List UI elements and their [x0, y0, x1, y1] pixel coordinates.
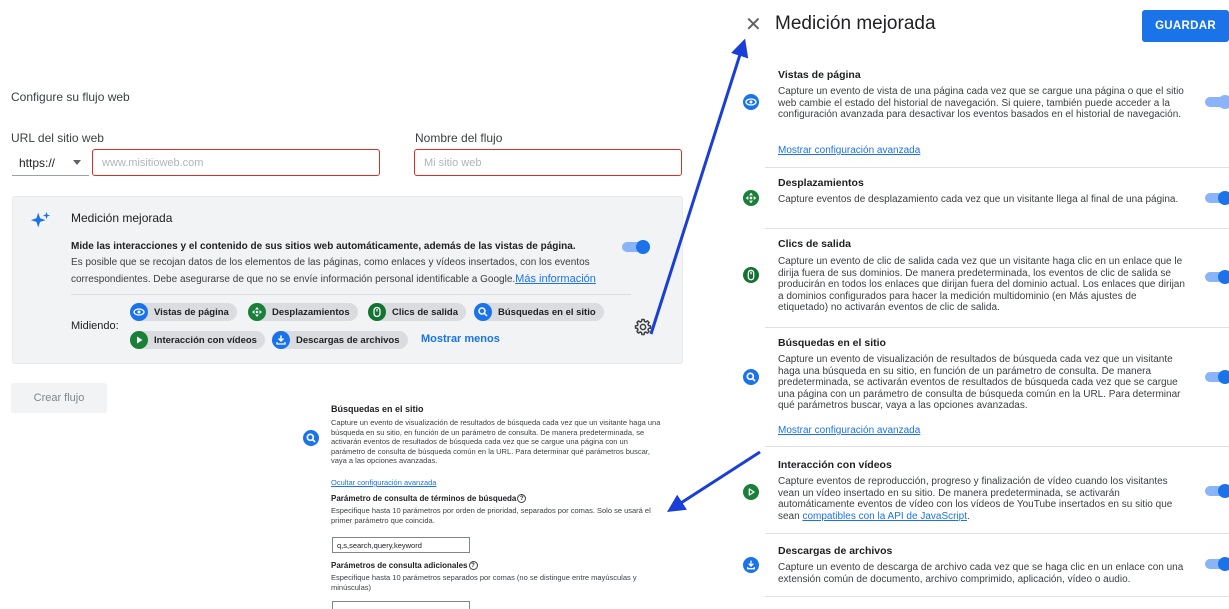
protocol-select[interactable]: https://	[12, 150, 89, 176]
chip-label: Interacción con vídeos	[154, 334, 257, 346]
chip-scrolls[interactable]: Desplazamientos	[248, 303, 358, 321]
chip-label: Desplazamientos	[272, 306, 350, 318]
param-title-text: Parámetro de consulta de términos de bús…	[331, 494, 517, 503]
enhanced-measurement-title: Medición mejorada	[71, 211, 173, 225]
divider	[765, 228, 1229, 229]
section-title-scrolls: Desplazamientos	[778, 177, 864, 189]
site-search-title: Búsquedas en el sitio	[331, 404, 424, 414]
section-title-video-engagement: Interacción con vídeos	[778, 459, 892, 471]
panel-title: Medición mejorada	[775, 13, 936, 34]
arrow-to-advanced-settings	[666, 450, 761, 512]
show-less-link[interactable]: Mostrar menos	[421, 333, 500, 345]
search-icon	[743, 369, 759, 385]
section-title-file-downloads: Descargas de archivos	[778, 545, 893, 557]
chip-outbound-clicks[interactable]: Clics de salida	[368, 303, 467, 321]
site-search-toggle[interactable]	[1205, 370, 1229, 384]
page-views-toggle[interactable]	[1205, 95, 1229, 109]
play-icon	[743, 484, 759, 500]
mouse-icon	[743, 267, 759, 283]
more-info-link[interactable]: Más información	[515, 273, 596, 285]
eye-icon	[130, 303, 148, 321]
measuring-label: Midiendo:	[71, 320, 119, 332]
section-desc-video-engagement: Capture eventos de reproducción, progres…	[778, 476, 1188, 522]
video-engagement-toggle[interactable]	[1205, 484, 1229, 498]
scroll-icon	[248, 303, 266, 321]
divider	[765, 327, 1229, 328]
section-title-outbound-clicks: Clics de salida	[778, 238, 851, 250]
search-icon	[474, 303, 492, 321]
divider	[71, 294, 631, 295]
sparkle-icon	[30, 211, 51, 228]
additional-params-input[interactable]	[332, 601, 470, 609]
search-term-param-input[interactable]: q,s,search,query,keyword	[332, 537, 470, 553]
help-icon[interactable]: ?	[468, 561, 478, 571]
download-icon	[743, 557, 759, 573]
show-advanced-settings-link[interactable]: Mostrar configuración avanzada	[778, 425, 920, 436]
page-title: Configure su flujo web	[11, 90, 130, 104]
video-desc-end: .	[967, 510, 970, 522]
play-icon	[130, 331, 148, 349]
enhanced-measurement-toggle[interactable]	[621, 240, 651, 254]
show-advanced-settings-link[interactable]: Mostrar configuración avanzada	[778, 145, 920, 156]
close-icon[interactable]: ✕	[745, 15, 765, 35]
enhanced-measurement-description: Mide las interacciones y el contenido de…	[71, 239, 611, 288]
gear-icon[interactable]	[634, 318, 652, 336]
divider	[765, 167, 1229, 168]
section-desc-page-views: Capture un evento de vista de una página…	[778, 86, 1184, 120]
chip-label: Descargas de archivos	[296, 334, 400, 346]
additional-params-description: Especifique hasta 10 parámetros separado…	[331, 573, 637, 592]
help-icon[interactable]: ?	[517, 494, 527, 504]
search-term-param-description: Especifique hasta 10 parámetros por orde…	[331, 506, 651, 525]
save-button[interactable]: GUARDAR	[1142, 10, 1229, 42]
section-desc-file-downloads: Capture un evento de descarga de archivo…	[778, 562, 1184, 585]
section-desc-scrolls: Capture eventos de desplazamiento cada v…	[778, 194, 1179, 205]
mouse-icon	[368, 303, 386, 321]
protocol-value: https://	[19, 155, 56, 170]
chip-label: Clics de salida	[392, 306, 459, 318]
download-icon	[272, 331, 290, 349]
chip-page-views[interactable]: Vistas de página	[130, 303, 237, 321]
divider	[765, 533, 1229, 534]
scroll-icon	[743, 190, 759, 206]
description-rest: Es posible que se recojan datos de los e…	[71, 257, 590, 285]
search-term-param-title: Parámetro de consulta de términos de bús…	[331, 494, 527, 504]
file-downloads-toggle[interactable]	[1205, 557, 1229, 571]
chip-file-downloads[interactable]: Descargas de archivos	[272, 331, 408, 349]
chip-site-search[interactable]: Búsquedas en el sitio	[474, 303, 604, 321]
chip-label: Búsquedas en el sitio	[498, 306, 596, 318]
website-url-input[interactable]: www.misitioweb.com	[92, 149, 380, 176]
section-title-site-search: Búsquedas en el sitio	[778, 337, 886, 349]
divider	[765, 596, 1229, 597]
youtube-api-link[interactable]: compatibles con la API de JavaScript	[802, 511, 967, 522]
scrolls-toggle[interactable]	[1205, 191, 1229, 205]
hide-advanced-settings-link[interactable]: Ocultar configuración avanzada	[331, 478, 436, 487]
description-bold: Mide las interacciones y el contenido de…	[71, 241, 576, 252]
divider	[765, 446, 1229, 447]
stream-name-input[interactable]: Mi sitio web	[414, 149, 682, 176]
search-icon	[303, 430, 319, 446]
create-stream-button[interactable]: Crear flujo	[11, 383, 107, 413]
chip-video-engagement[interactable]: Interacción con vídeos	[130, 331, 265, 349]
additional-params-title: Parámetros de consulta adicionales?	[331, 561, 478, 571]
chip-label: Vistas de página	[154, 306, 229, 318]
section-title-page-views: Vistas de página	[778, 69, 861, 81]
section-desc-outbound-clicks: Capture un evento de clic de salida cada…	[778, 256, 1185, 313]
site-search-description: Capture un evento de visualización de re…	[331, 418, 661, 465]
eye-icon	[743, 94, 759, 110]
section-desc-site-search: Capture un evento de visualización de re…	[778, 354, 1181, 411]
param-title-text: Parámetros de consulta adicionales	[331, 561, 468, 570]
outbound-clicks-toggle[interactable]	[1205, 270, 1229, 284]
url-label: URL del sitio web	[11, 131, 104, 145]
stream-name-label: Nombre del flujo	[415, 131, 503, 145]
caret-down-icon	[73, 160, 82, 165]
